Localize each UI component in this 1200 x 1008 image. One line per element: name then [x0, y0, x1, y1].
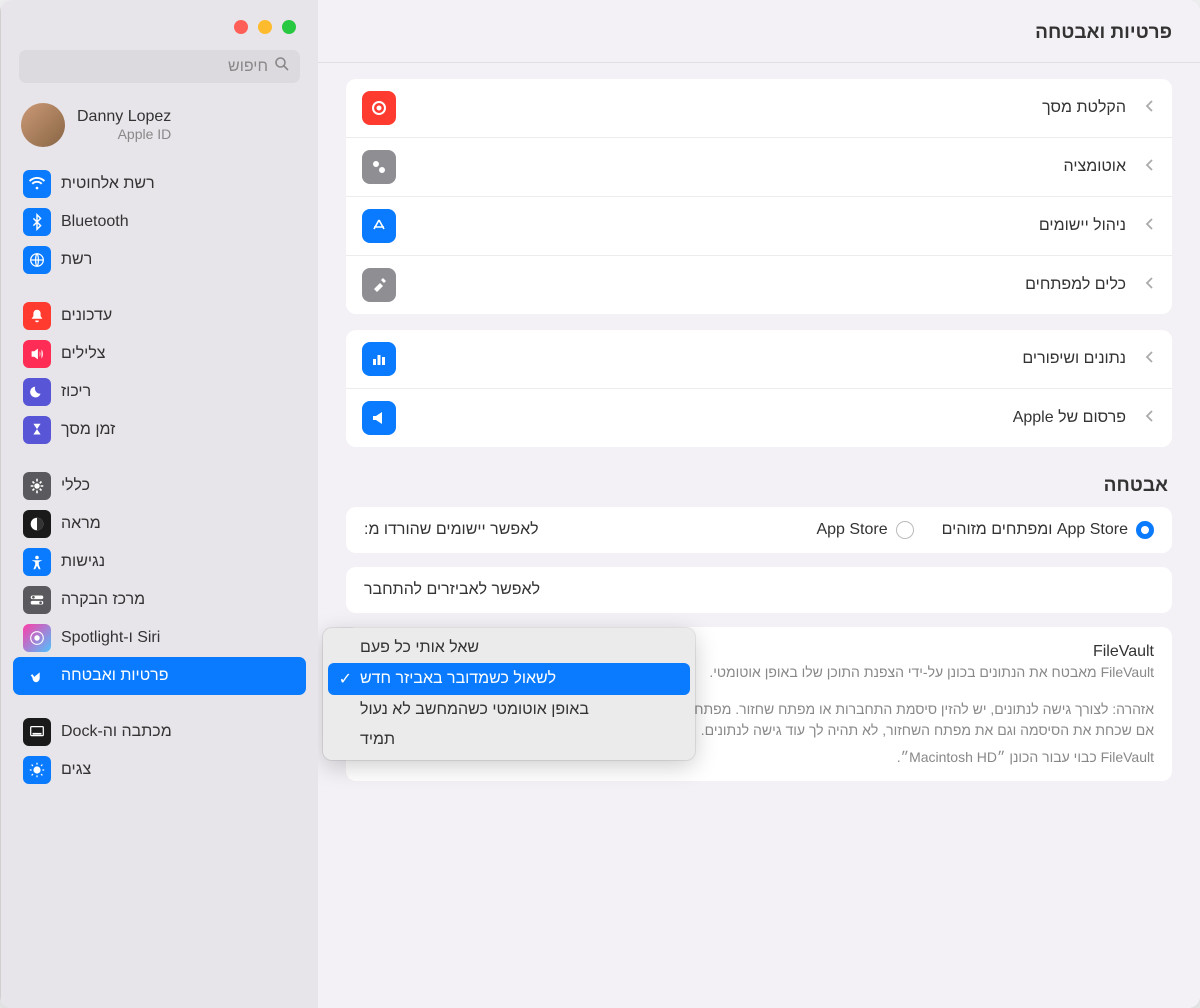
sidebar-item-label: מכתבה וה-Dock	[61, 723, 172, 741]
checkmark-icon: ✓	[338, 669, 352, 689]
sidebar-item[interactable]: רשת אלחוטית	[13, 165, 306, 203]
chevron-left-icon	[1138, 350, 1156, 368]
chevron-left-icon	[1138, 99, 1156, 117]
account-name: Danny Lopez	[77, 108, 171, 126]
sidebar-item-label: מרכז הבקרה	[61, 591, 145, 609]
chevron-left-icon	[1138, 217, 1156, 235]
sidebar-item-label: כללי	[61, 477, 90, 495]
allow-apps-label: לאפשר יישומים שהורדו מ:	[364, 521, 539, 539]
account-item[interactable]: Danny Lopez Apple ID	[1, 97, 318, 165]
allow-apps-card: App Store ומפתחים מזוהים App Store לאפשר…	[346, 507, 1172, 553]
dropdown-opt-always[interactable]: תמיד	[328, 725, 690, 755]
sidebar-item-label: רשת	[61, 251, 92, 269]
switches-icon	[23, 586, 51, 614]
contrast-icon	[23, 510, 51, 538]
sidebar-item[interactable]: מכתבה וה-Dock	[13, 713, 306, 751]
sidebar-item[interactable]: נגישות	[13, 543, 306, 581]
sidebar-item-label: רשת אלחוטית	[61, 175, 155, 193]
sidebar-item[interactable]: זמן מסך	[13, 411, 306, 449]
sidebar-item[interactable]: צלילים	[13, 335, 306, 373]
allow-apps-radio-group: App Store ומפתחים מזוהים App Store	[559, 521, 1154, 539]
sidebar-item-label: ריכוז	[61, 383, 91, 401]
hand-icon	[23, 662, 51, 690]
sidebar-item[interactable]: צגים	[13, 751, 306, 789]
sidebar-item-label: נגישות	[61, 553, 105, 571]
radio-icon	[896, 521, 914, 539]
row-app-management[interactable]: ניהול יישומים	[346, 197, 1172, 256]
account-sub: Apple ID	[77, 126, 171, 142]
row-automation[interactable]: אוטומציה	[346, 138, 1172, 197]
chart-icon	[362, 342, 396, 376]
security-section-title: אבטחה	[346, 475, 1172, 497]
siri-icon	[23, 624, 51, 652]
hourglass-icon	[23, 416, 51, 444]
dropdown-opt-ask-new[interactable]: לשאול כשמדובר באביזר חדש✓	[328, 663, 690, 695]
dropdown-opt-ask-always[interactable]: שאל אותי כל פעם	[328, 633, 690, 663]
dropdown-opt-auto-unlocked[interactable]: באופן אוטומטי כשהמחשב לא נעול	[328, 695, 690, 725]
sidebar-item[interactable]: רשת	[13, 241, 306, 279]
row-screen-recording[interactable]: הקלטת מסך	[346, 79, 1172, 138]
bell-icon	[23, 302, 51, 330]
sidebar-item-label: מראה	[61, 515, 101, 533]
bluetooth-icon	[23, 208, 51, 236]
search-icon	[274, 56, 290, 77]
sidebar-item-label: Bluetooth	[61, 213, 129, 231]
accessories-card: לאפשר לאביזרים להתחבר	[346, 567, 1172, 613]
sidebar-item[interactable]: פרטיות ואבטחה	[13, 657, 306, 695]
radio-icon	[1136, 521, 1154, 539]
brightness-icon	[23, 756, 51, 784]
radio-appstore-identified[interactable]: App Store ומפתחים מזוהים	[942, 521, 1154, 539]
search-input[interactable]	[19, 50, 300, 83]
speaker-icon	[23, 340, 51, 368]
search-field[interactable]	[29, 58, 268, 76]
accessories-dropdown[interactable]: שאל אותי כל פעם לשאול כשמדובר באביזר חדש…	[323, 628, 695, 760]
avatar	[21, 103, 65, 147]
sidebar-item[interactable]: Bluetooth	[13, 203, 306, 241]
row-analytics[interactable]: נתונים ושיפורים	[346, 330, 1172, 389]
appstore-icon	[362, 209, 396, 243]
sidebar-item[interactable]: כללי	[13, 467, 306, 505]
megaphone-icon	[362, 401, 396, 435]
globe-icon	[23, 246, 51, 274]
privacy-list-b: נתונים ושיפורים פרסום של Apple	[346, 330, 1172, 447]
sidebar-item-label: צלילים	[61, 345, 106, 363]
gears-icon	[362, 150, 396, 184]
record-icon	[362, 91, 396, 125]
sidebar-item-label: זמן מסך	[61, 421, 115, 439]
row-apple-advertising[interactable]: פרסום של Apple	[346, 389, 1172, 447]
hammer-icon	[362, 268, 396, 302]
gear-icon	[23, 472, 51, 500]
window-controls	[1, 0, 318, 50]
radio-appstore-only[interactable]: App Store	[816, 521, 913, 539]
accessibility-icon	[23, 548, 51, 576]
dock-icon	[23, 718, 51, 746]
maximize-icon[interactable]	[282, 20, 296, 34]
wifi-icon	[23, 170, 51, 198]
sidebar-item[interactable]: Siri ו-Spotlight	[13, 619, 306, 657]
sidebar-item[interactable]: עדכונים	[13, 297, 306, 335]
close-icon[interactable]	[234, 20, 248, 34]
row-developer-tools[interactable]: כלים למפתחים	[346, 256, 1172, 314]
sidebar-item[interactable]: מראה	[13, 505, 306, 543]
sidebar-item-label: פרטיות ואבטחה	[61, 667, 168, 685]
sidebar-item-label: עדכונים	[61, 307, 112, 325]
minimize-icon[interactable]	[258, 20, 272, 34]
chevron-left-icon	[1138, 409, 1156, 427]
moon-icon	[23, 378, 51, 406]
sidebar-item[interactable]: מרכז הבקרה	[13, 581, 306, 619]
sidebar-item-label: Siri ו-Spotlight	[61, 629, 160, 647]
privacy-list-a: הקלטת מסך אוטומציה ניהול יישומים כלים למ…	[346, 79, 1172, 314]
sidebar-item-label: צגים	[61, 761, 91, 779]
chevron-left-icon	[1138, 158, 1156, 176]
accessories-label: לאפשר לאביזרים להתחבר	[364, 581, 540, 599]
page-title: פרטיות ואבטחה	[318, 0, 1200, 63]
chevron-left-icon	[1138, 276, 1156, 294]
sidebar-item[interactable]: ריכוז	[13, 373, 306, 411]
